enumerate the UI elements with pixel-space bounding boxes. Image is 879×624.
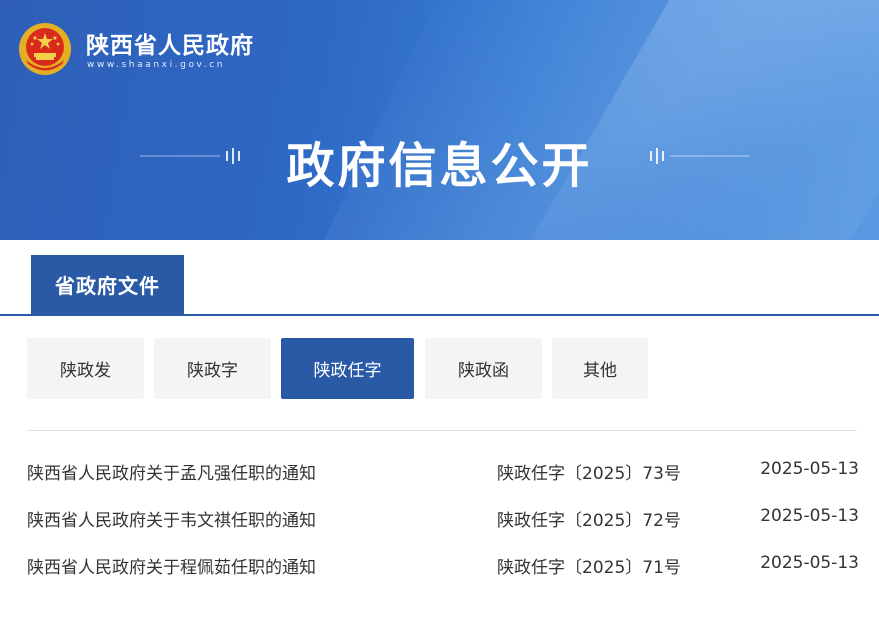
list-divider (27, 430, 857, 431)
tab-provincial-documents[interactable]: 省政府文件 (31, 255, 184, 314)
list-item[interactable]: 陕西省人民政府关于韦文祺任职的通知 陕政任字〔2025〕72号 2025-05-… (27, 506, 859, 532)
category-button-shaanzhengfa[interactable]: 陕政发 (27, 338, 144, 399)
category-button-shaanzhengzi[interactable]: 陕政字 (154, 338, 271, 399)
document-date: 2025-05-13 (760, 553, 859, 573)
list-item[interactable]: 陕西省人民政府关于孟凡强任职的通知 陕政任字〔2025〕73号 2025-05-… (27, 459, 859, 485)
category-button-shaanzhenghan[interactable]: 陕政函 (425, 338, 542, 399)
document-number: 陕政任字〔2025〕72号 (497, 511, 681, 531)
list-item[interactable]: 陕西省人民政府关于程佩茹任职的通知 陕政任字〔2025〕71号 2025-05-… (27, 553, 859, 579)
title-decoration-right (650, 148, 750, 164)
site-url[interactable]: www.shaanxi.gov.cn (87, 60, 225, 70)
category-button-shaanzhengrenzi[interactable]: 陕政任字 (281, 338, 414, 399)
section-tabbar: 省政府文件 (0, 240, 879, 316)
document-number: 陕政任字〔2025〕71号 (497, 558, 681, 578)
document-number: 陕政任字〔2025〕73号 (497, 464, 681, 484)
national-emblem-icon[interactable] (18, 22, 72, 76)
document-title[interactable]: 陕西省人民政府关于韦文祺任职的通知 (27, 506, 316, 531)
document-title[interactable]: 陕西省人民政府关于程佩茹任职的通知 (27, 553, 316, 578)
document-date: 2025-05-13 (760, 506, 859, 526)
header-banner: 陕西省人民政府 www.shaanxi.gov.cn 政府信息公开 (0, 0, 879, 240)
document-date: 2025-05-13 (760, 459, 859, 479)
tabbar-underline (0, 314, 879, 316)
document-title[interactable]: 陕西省人民政府关于孟凡强任职的通知 (27, 459, 316, 484)
site-name[interactable]: 陕西省人民政府 (86, 26, 254, 60)
category-button-other[interactable]: 其他 (552, 338, 648, 399)
